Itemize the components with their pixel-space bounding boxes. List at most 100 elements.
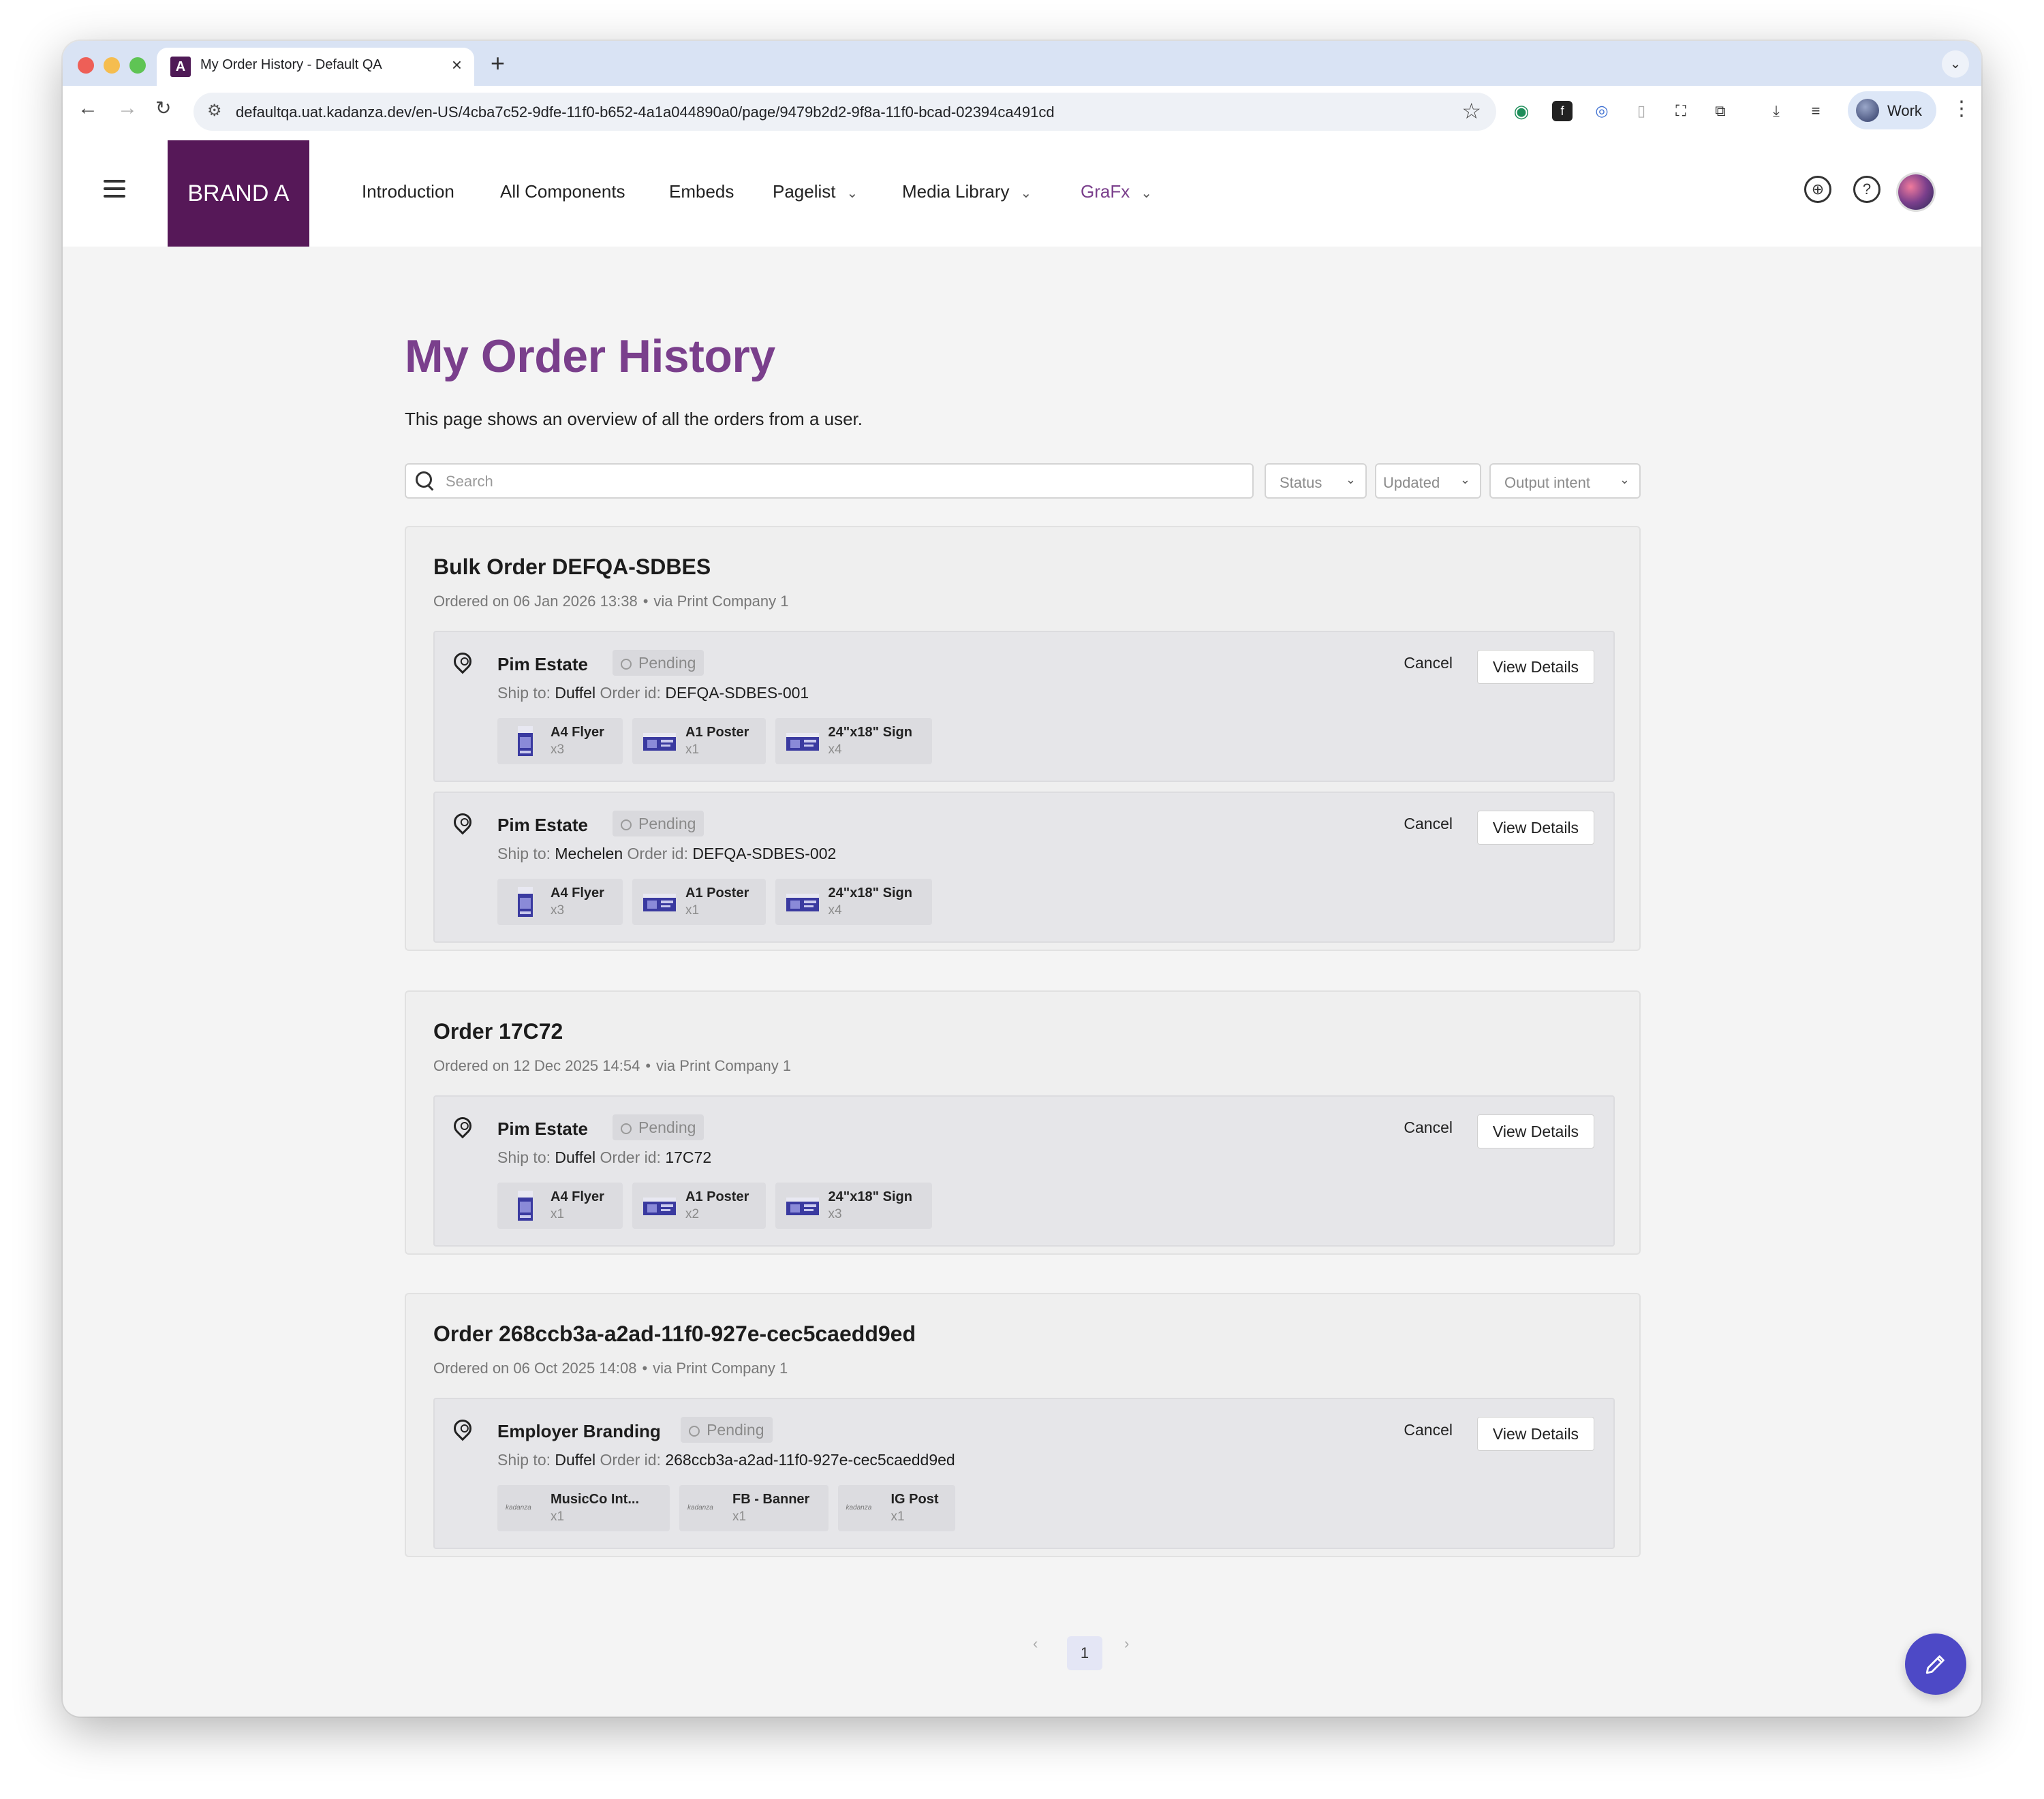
browser-tab-active[interactable]: A My Order History - Default QA ×: [157, 48, 474, 86]
item-quantity: x3: [551, 742, 565, 757]
cancel-button[interactable]: Cancel: [1404, 654, 1453, 672]
order-id-value: 17C72: [665, 1148, 712, 1166]
nav-media-library[interactable]: Media Library ⌄: [902, 181, 1032, 202]
profile-chip[interactable]: Work: [1848, 91, 1936, 129]
search-input[interactable]: [444, 470, 1237, 493]
updated-filter[interactable]: Updated ⌄: [1375, 463, 1481, 499]
nav-embeds[interactable]: Embeds: [669, 181, 734, 202]
menu-hamburger-icon[interactable]: [104, 180, 125, 202]
media-queue-icon[interactable]: ≡: [1806, 101, 1826, 121]
minimize-window-button[interactable]: [104, 57, 120, 74]
pagination-prev[interactable]: ‹: [1033, 1635, 1038, 1653]
shield-extension-icon[interactable]: ◎: [1592, 101, 1612, 121]
browser-window: A My Order History - Default QA × + ⌄ ← …: [63, 41, 1981, 1717]
globe-icon[interactable]: ⊕: [1804, 176, 1831, 203]
help-icon[interactable]: ?: [1853, 176, 1880, 203]
order-item[interactable]: kadanza MusicCo Int... x1: [497, 1485, 670, 1531]
forward-arrow-icon[interactable]: →: [117, 97, 138, 120]
browser-menu-icon[interactable]: ⋮: [1951, 97, 1972, 121]
item-name: A1 Poster: [685, 725, 749, 740]
clock-icon: [689, 1426, 700, 1437]
order-meta: Ordered on 12 Dec 2025 14:54 • via Print C…: [433, 1057, 791, 1075]
font-extension-icon[interactable]: f: [1552, 101, 1573, 121]
order-item[interactable]: 24"x18" Sign x4: [775, 879, 932, 925]
download-icon[interactable]: ⤓: [1766, 101, 1786, 121]
item-quantity: x3: [828, 1207, 842, 1221]
bookmark-star-icon[interactable]: ☆: [1461, 98, 1481, 124]
item-quantity: x2: [685, 1207, 700, 1221]
item-name: IG Post: [891, 1492, 939, 1507]
chevron-down-icon: ⌄: [1619, 473, 1630, 486]
search-icon: [416, 471, 432, 488]
separator-dot: •: [642, 593, 649, 610]
page-description: This page shows an overview of all the o…: [405, 409, 863, 429]
order-item[interactable]: kadanza IG Post x1: [837, 1485, 955, 1531]
chevron-down-icon: ⌄: [1459, 473, 1470, 486]
item-name: 24"x18" Sign: [828, 725, 912, 740]
view-details-button[interactable]: View Details: [1477, 811, 1594, 845]
product-thumbnail: [643, 1198, 676, 1215]
item-name: A4 Flyer: [551, 886, 604, 901]
ship-to-value: Mechelen: [555, 845, 623, 862]
product-thumbnail: [786, 894, 819, 911]
shipment-details: Ship to: Duffel Order id: 17C72: [497, 1148, 712, 1166]
order-item[interactable]: A4 Flyer x1: [497, 1183, 623, 1229]
nav-all-components[interactable]: All Components: [500, 181, 625, 202]
view-details-button[interactable]: View Details: [1477, 1417, 1594, 1451]
status-filter[interactable]: Status ⌄: [1265, 463, 1367, 499]
item-quantity: x1: [551, 1509, 565, 1524]
nav-grafx[interactable]: GraFx ⌄: [1081, 181, 1152, 202]
product-thumbnail: [643, 894, 676, 911]
cancel-button[interactable]: Cancel: [1404, 1118, 1453, 1137]
pagination-page-1[interactable]: 1: [1067, 1636, 1102, 1670]
order-item[interactable]: 24"x18" Sign x4: [775, 718, 932, 764]
order-item[interactable]: 24"x18" Sign x3: [775, 1183, 932, 1229]
cancel-button[interactable]: Cancel: [1404, 1421, 1453, 1439]
close-window-button[interactable]: [78, 57, 94, 74]
order-via: via Print Company 1: [653, 593, 789, 610]
shipment-card: Pim Estate Pending Ship to: Duffel Order i…: [433, 631, 1615, 782]
profile-avatar: [1856, 99, 1879, 122]
site-settings-icon[interactable]: ⚙: [207, 101, 222, 121]
status-badge: Pending: [613, 1114, 704, 1140]
status-badge: Pending: [681, 1417, 773, 1443]
page-extension-icon[interactable]: ▯: [1631, 101, 1652, 121]
new-tab-button[interactable]: +: [491, 49, 505, 78]
reload-icon[interactable]: ↻: [155, 97, 171, 119]
omnibox[interactable]: ⚙ defaultqa.uat.kadanza.dev/en-US/4cba7c…: [193, 93, 1496, 131]
order-meta: Ordered on 06 Oct 2025 14:08 • via Print C…: [433, 1360, 788, 1377]
maximize-window-button[interactable]: [129, 57, 146, 74]
order-item[interactable]: kadanza FB - Banner x1: [679, 1485, 829, 1531]
order-item[interactable]: A1 Poster x1: [632, 718, 766, 764]
order-item[interactable]: A4 Flyer x3: [497, 879, 623, 925]
ship-to-value: Duffel: [555, 1148, 596, 1166]
shipment-name: Employer Branding: [497, 1421, 661, 1441]
nav-introduction[interactable]: Introduction: [362, 181, 454, 202]
search-field[interactable]: [405, 463, 1254, 499]
extensions-puzzle-icon[interactable]: ⧉: [1710, 101, 1731, 121]
order-item[interactable]: A1 Poster x1: [632, 879, 766, 925]
pagination-next[interactable]: ›: [1124, 1635, 1129, 1653]
output-intent-filter[interactable]: Output intent ⌄: [1489, 463, 1641, 499]
close-tab-icon[interactable]: ×: [452, 54, 462, 76]
product-thumbnail-logo: kadanza: [846, 1504, 872, 1512]
edit-pencil-icon: [1925, 1655, 1945, 1674]
screenshot-extension-icon[interactable]: ⛶: [1671, 101, 1691, 121]
nav-pagelist[interactable]: Pagelist ⌄: [773, 181, 858, 202]
view-details-button[interactable]: View Details: [1477, 1114, 1594, 1148]
order-date: Ordered on 06 Oct 2025 14:08: [433, 1360, 637, 1377]
clock-icon: [621, 1123, 632, 1134]
tab-title: My Order History - Default QA: [200, 57, 382, 72]
order-item[interactable]: A4 Flyer x3: [497, 718, 623, 764]
grammarly-extension-icon[interactable]: ◉: [1511, 101, 1532, 121]
user-avatar[interactable]: [1898, 174, 1934, 210]
product-thumbnail-logo: kadanza: [687, 1504, 713, 1512]
tab-search-button[interactable]: ⌄: [1942, 50, 1969, 78]
back-arrow-icon[interactable]: ←: [78, 97, 98, 120]
ship-to-value: Duffel: [555, 1451, 596, 1469]
view-details-button[interactable]: View Details: [1477, 650, 1594, 684]
brand-logo[interactable]: BRAND A: [168, 140, 309, 247]
order-item[interactable]: A1 Poster x2: [632, 1183, 766, 1229]
edit-fab-button[interactable]: [1905, 1633, 1966, 1695]
cancel-button[interactable]: Cancel: [1404, 815, 1453, 833]
